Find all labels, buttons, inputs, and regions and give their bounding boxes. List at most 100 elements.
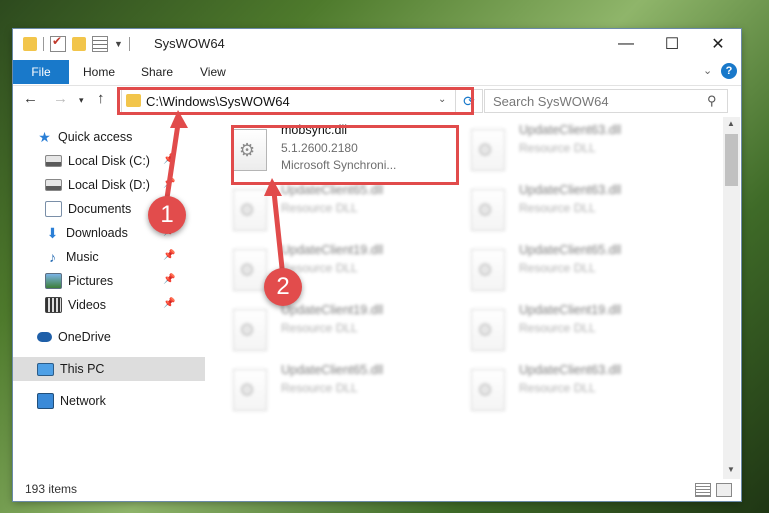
file-description: Resource DLL xyxy=(281,321,358,335)
pc-icon xyxy=(37,362,54,376)
dll-file-icon xyxy=(233,189,267,231)
ribbon: File Home Share View ⌄ ? xyxy=(13,59,741,86)
up-button[interactable]: ↑ xyxy=(97,90,105,107)
file-item[interactable]: UpdateClient19.dll Resource DLL xyxy=(213,243,433,299)
file-item[interactable]: UpdateClient63.dll Resource DLL xyxy=(451,123,671,179)
sidebar-item-local-disk-c[interactable]: Local Disk (C:) 📌 xyxy=(13,149,205,173)
status-bar: 193 items xyxy=(13,479,741,501)
file-description: Microsoft Synchroni... xyxy=(281,158,397,172)
folder-icon[interactable] xyxy=(23,37,37,51)
address-path[interactable]: C:\Windows\SysWOW64 xyxy=(146,94,290,109)
star-icon: ★ xyxy=(38,128,51,145)
documents-icon xyxy=(45,201,62,217)
tab-file[interactable]: File xyxy=(13,60,69,84)
downloads-icon: ⬇ xyxy=(46,224,59,241)
title-bar: ▼ SysWOW64 — ☐ ✕ xyxy=(13,29,741,59)
search-icon[interactable]: ⚲ xyxy=(707,93,717,109)
sidebar-item-label: This PC xyxy=(60,362,105,376)
sidebar-item-local-disk-d[interactable]: Local Disk (D:) 📌 xyxy=(13,173,205,197)
folder-icon xyxy=(126,94,141,107)
file-name: UpdateClient19.dll xyxy=(281,303,384,317)
pictures-icon xyxy=(45,273,62,289)
file-item[interactable]: UpdateClient65.dll Resource DLL xyxy=(213,183,433,239)
pin-icon[interactable]: 📌 xyxy=(163,178,175,189)
drive-icon xyxy=(45,179,62,191)
pin-icon[interactable]: 📌 xyxy=(163,274,175,285)
sidebar-item-label: Music xyxy=(66,250,99,264)
scroll-down-icon[interactable]: ▼ xyxy=(727,465,735,474)
help-icon[interactable]: ? xyxy=(721,63,737,79)
properties-icon[interactable] xyxy=(92,36,108,52)
forward-button[interactable]: → xyxy=(53,90,68,107)
address-bar[interactable]: C:\Windows\SysWOW64 ⌄ ⟳ xyxy=(121,89,483,113)
tab-view[interactable]: View xyxy=(200,60,226,84)
search-placeholder: Search SysWOW64 xyxy=(493,94,609,109)
vertical-scrollbar[interactable]: ▲ ▼ xyxy=(723,117,740,479)
pin-icon[interactable]: 📌 xyxy=(163,250,175,261)
file-name: UpdateClient63.dll xyxy=(519,123,622,137)
music-icon: ♪ xyxy=(49,249,56,265)
sidebar-item-label: Videos xyxy=(68,298,106,312)
file-name: UpdateClient19.dll xyxy=(281,243,384,257)
sidebar-item-music[interactable]: ♪ Music 📌 xyxy=(13,245,205,269)
sidebar-item-label: Quick access xyxy=(58,130,133,144)
file-version: 5.1.2600.2180 xyxy=(281,141,358,155)
customize-toolbar-caret-icon[interactable]: ▼ xyxy=(114,39,123,49)
videos-icon xyxy=(45,297,62,313)
sidebar-item-videos[interactable]: Videos 📌 xyxy=(13,293,205,317)
dll-file-icon xyxy=(471,249,505,291)
step-1-callout: 1 xyxy=(148,196,186,234)
details-view-icon[interactable] xyxy=(695,483,711,497)
toolbar-separator xyxy=(128,37,130,51)
file-item[interactable]: UpdateClient19.dll Resource DLL xyxy=(213,303,433,359)
tab-share[interactable]: Share xyxy=(141,60,173,84)
file-explorer-window: ▼ SysWOW64 — ☐ ✕ File Home Share View ⌄ … xyxy=(13,29,741,501)
file-name: UpdateClient65.dll xyxy=(281,183,384,197)
sidebar-item-pictures[interactable]: Pictures 📌 xyxy=(13,269,205,293)
sidebar-item-onedrive[interactable]: OneDrive xyxy=(13,325,205,349)
pin-icon[interactable]: 📌 xyxy=(163,298,175,309)
file-description: Resource DLL xyxy=(281,201,358,215)
file-item-mobsync[interactable]: mobsync.dll 5.1.2600.2180 Microsoft Sync… xyxy=(213,123,433,179)
file-name: mobsync.dll xyxy=(281,123,347,137)
refresh-button[interactable]: ⟳ xyxy=(455,90,482,112)
sidebar-item-label: Downloads xyxy=(66,226,128,240)
sidebar-item-label: Network xyxy=(60,394,106,408)
quick-access-toolbar: ▼ xyxy=(23,34,130,52)
sidebar-item-label: Documents xyxy=(68,202,132,216)
dll-file-icon xyxy=(233,129,267,171)
file-item[interactable]: UpdateClient63.dll Resource DLL xyxy=(451,363,671,419)
onedrive-icon xyxy=(37,332,52,342)
pin-icon[interactable]: 📌 xyxy=(163,154,175,165)
address-dropdown-icon[interactable]: ⌄ xyxy=(438,94,446,105)
sidebar-item-this-pc[interactable]: This PC xyxy=(13,357,205,381)
large-icons-view-icon[interactable] xyxy=(716,483,732,497)
toolbar-separator xyxy=(43,37,44,51)
file-item[interactable]: UpdateClient65.dll Resource DLL xyxy=(451,243,671,299)
file-item[interactable]: UpdateClient63.dll Resource DLL xyxy=(451,183,671,239)
back-button[interactable]: ← xyxy=(23,90,38,107)
sidebar-item-quick-access[interactable]: ★ Quick access xyxy=(13,125,205,149)
navigation-bar: ← → ▾ ↑ C:\Windows\SysWOW64 ⌄ ⟳ Search S… xyxy=(13,86,741,116)
new-folder-icon[interactable] xyxy=(72,37,86,51)
navigation-pane: ★ Quick access Local Disk (C:) 📌 Local D… xyxy=(13,119,205,479)
file-name: UpdateClient63.dll xyxy=(519,183,622,197)
item-count: 193 items xyxy=(25,482,78,496)
scroll-up-icon[interactable]: ▲ xyxy=(727,119,735,128)
dll-file-icon xyxy=(233,309,267,351)
tab-home[interactable]: Home xyxy=(83,60,115,84)
dll-file-icon xyxy=(233,249,267,291)
sidebar-item-network[interactable]: Network xyxy=(13,389,205,413)
scrollbar-thumb[interactable] xyxy=(725,134,738,186)
search-input[interactable]: Search SysWOW64 ⚲ xyxy=(484,89,728,113)
properties-check-icon[interactable] xyxy=(50,34,66,52)
chevron-down-icon[interactable]: ⌄ xyxy=(703,64,712,77)
sidebar-item-label: OneDrive xyxy=(58,330,111,344)
recent-locations-button[interactable]: ▾ xyxy=(79,95,84,106)
file-item[interactable]: UpdateClient19.dll Resource DLL xyxy=(451,303,671,359)
drive-icon xyxy=(45,155,62,167)
close-button[interactable]: ✕ xyxy=(695,29,741,59)
maximize-button[interactable]: ☐ xyxy=(649,29,695,59)
minimize-button[interactable]: — xyxy=(603,29,649,59)
file-item[interactable]: UpdateClient65.dll Resource DLL xyxy=(213,363,433,419)
